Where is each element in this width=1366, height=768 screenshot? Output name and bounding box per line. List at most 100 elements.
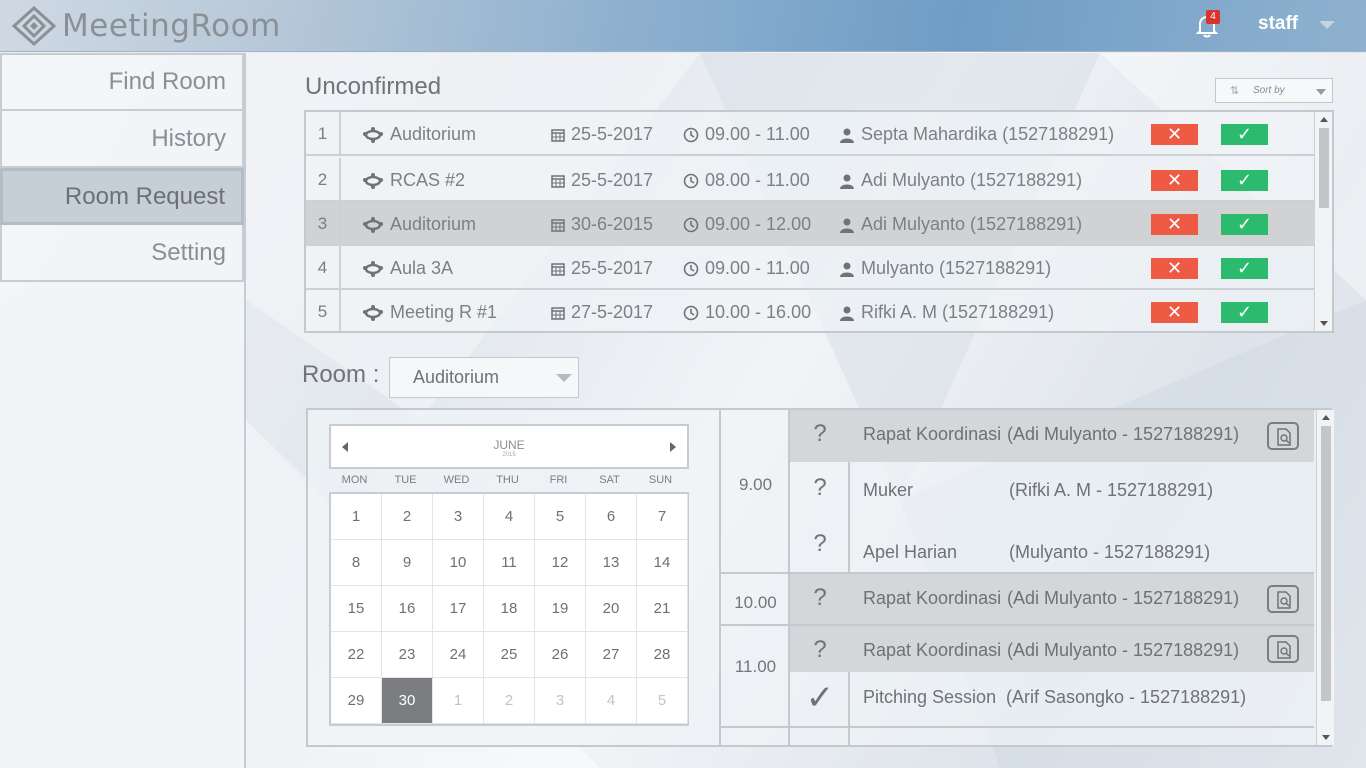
calendar-day[interactable]: 23 [382, 632, 433, 678]
schedule-event[interactable]: ? Rapat Koordinasi (Adi Mulyanto - 1527188… [790, 574, 1314, 624]
scroll-up-icon[interactable] [1320, 117, 1328, 122]
calendar-day[interactable]: 6 [586, 494, 637, 540]
calendar-day[interactable]: 4 [586, 678, 637, 724]
schedule-scrollbar[interactable] [1316, 410, 1334, 745]
calendar-day[interactable]: 28 [637, 632, 688, 678]
sidebar-item-history[interactable]: History [0, 111, 244, 168]
room-cell: Auditorium [362, 202, 476, 246]
schedule-event[interactable]: ? Rapat Koordinasi (Adi Mulyanto - 1527188… [790, 626, 1314, 672]
room-name: RCAS #2 [390, 170, 466, 190]
accept-button[interactable]: ✓ [1221, 214, 1268, 235]
calendar-day[interactable]: 4 [484, 494, 535, 540]
calendar-day[interactable]: 7 [637, 494, 688, 540]
calendar-day[interactable]: 19 [535, 586, 586, 632]
table-row[interactable]: 1 Auditorium 25-5-2017 09.00 - 11.00 Septa M… [306, 112, 1314, 156]
clock-icon [683, 217, 699, 233]
calendar-day[interactable]: 24 [433, 632, 484, 678]
event-title: Rapat Koordinasi [863, 424, 1002, 444]
room-cell: Meeting R #1 [362, 290, 497, 331]
scroll-down-icon[interactable] [1320, 321, 1328, 326]
view-document-button[interactable] [1267, 585, 1299, 613]
room-select[interactable]: Auditorium [389, 357, 579, 398]
schedule-event[interactable]: ✓ Pitching Session (Arif Sasongko - 152718… [790, 674, 1314, 724]
table-row[interactable]: 3 Auditorium 30-6-2015 09.00 - 12.00 Adi Mul… [306, 202, 1314, 246]
calendar-day[interactable]: 25 [484, 632, 535, 678]
chevron-down-icon[interactable] [1319, 21, 1335, 29]
calendar-day[interactable]: 27 [586, 632, 637, 678]
calendar-day[interactable]: 16 [382, 586, 433, 632]
calendar-day[interactable]: 10 [433, 540, 484, 586]
request-table-scrollbar[interactable] [1314, 112, 1332, 331]
calendar-day[interactable]: 3 [433, 494, 484, 540]
date-cell: 27-5-2017 [551, 290, 653, 331]
calendar-day[interactable]: 22 [331, 632, 382, 678]
time-cell: 09.00 - 11.00 [683, 112, 810, 156]
section-title-unconfirmed: Unconfirmed [305, 73, 442, 100]
schedule-event[interactable]: ? Muker (Rifki A. M - 1527188291) [790, 464, 1314, 518]
room-name: Auditorium [390, 214, 477, 234]
sidebar-item-find-room[interactable]: Find Room [0, 53, 244, 111]
calendar-day[interactable]: 20 [586, 586, 637, 632]
calendar-day[interactable]: 14 [637, 540, 688, 586]
calendar-day[interactable]: 11 [484, 540, 535, 586]
user-menu-name[interactable]: staff [1258, 13, 1298, 35]
time-cell: 09.00 - 11.00 [683, 246, 810, 290]
calendar-day[interactable]: 29 [331, 678, 382, 724]
room-cell: Auditorium [362, 112, 476, 156]
sidebar-item-setting[interactable]: Setting [0, 225, 244, 282]
calendar-day[interactable]: 26 [535, 632, 586, 678]
calendar-day[interactable]: 3 [535, 678, 586, 724]
calendar-day[interactable]: 21 [637, 586, 688, 632]
schedule-event[interactable]: ? Rapat Koordinasi (Adi Mulyanto - 1527188… [790, 410, 1314, 462]
reject-button[interactable]: ✕ [1151, 124, 1198, 145]
calendar-day[interactable]: 2 [382, 494, 433, 540]
calendar-day[interactable]: 18 [484, 586, 535, 632]
calendar-day[interactable]: 13 [586, 540, 637, 586]
room-cell: Aula 3A [362, 246, 453, 290]
reject-button[interactable]: ✕ [1151, 258, 1198, 279]
table-row[interactable]: 4 Aula 3A 25-5-2017 09.00 - 11.00 Mulyanto (… [306, 246, 1314, 290]
calendar-day[interactable]: 8 [331, 540, 382, 586]
scroll-thumb[interactable] [1321, 426, 1331, 701]
calendar-day[interactable]: 2 [484, 678, 535, 724]
accept-button[interactable]: ✓ [1221, 258, 1268, 279]
reject-button[interactable]: ✕ [1151, 170, 1198, 191]
calendar-next-icon[interactable] [670, 442, 676, 452]
requester-cell: Adi Mulyanto (1527188291) [839, 158, 1082, 202]
calendar-day[interactable]: 5 [535, 494, 586, 540]
row-number: 4 [306, 246, 341, 288]
chevron-down-icon [1316, 89, 1326, 95]
calendar-day[interactable]: 15 [331, 586, 382, 632]
calendar-day[interactable]: 1 [433, 678, 484, 724]
calendar-day[interactable]: 30 [382, 678, 433, 724]
user-icon [840, 262, 854, 278]
accept-button[interactable]: ✓ [1221, 302, 1268, 323]
calendar-day[interactable]: 12 [535, 540, 586, 586]
view-document-button[interactable] [1267, 635, 1299, 663]
sidebar-item-label: Room Request [64, 182, 225, 210]
scroll-up-icon[interactable] [1322, 415, 1330, 420]
event-title: Pitching Session [863, 687, 997, 707]
reject-button[interactable]: ✕ [1151, 214, 1198, 235]
scroll-down-icon[interactable] [1322, 735, 1330, 740]
schedule-event[interactable]: ? Apel Harian (Mulyanto - 1527188291) [790, 520, 1314, 572]
calendar-day[interactable]: 9 [382, 540, 433, 586]
scroll-thumb[interactable] [1319, 128, 1329, 208]
accept-button[interactable]: ✓ [1221, 170, 1268, 191]
app-logo[interactable]: MeetingRoom [12, 6, 281, 46]
calendar-day[interactable]: 17 [433, 586, 484, 632]
calendar-day[interactable]: 1 [331, 494, 382, 540]
pending-status-icon: ? [813, 584, 827, 611]
table-row[interactable]: 5 Meeting R #1 27-5-2017 10.00 - 16.00 Rifki… [306, 290, 1314, 331]
calendar-day[interactable]: 5 [637, 678, 688, 724]
confirmed-check-icon: ✓ [805, 679, 835, 717]
request-time: 08.00 - 11.00 [705, 170, 810, 190]
room-icon [363, 305, 383, 322]
view-document-button[interactable] [1267, 422, 1299, 450]
table-row[interactable]: 2 RCAS #2 25-5-2017 08.00 - 11.00 Adi Mulyan… [306, 158, 1314, 202]
sidebar-item-room-request[interactable]: Room Request [0, 168, 244, 225]
reject-button[interactable]: ✕ [1151, 302, 1198, 323]
accept-button[interactable]: ✓ [1221, 124, 1268, 145]
room-name: Aula 3A [390, 258, 454, 278]
sort-dropdown[interactable]: ⇅ Sort by [1215, 78, 1333, 103]
